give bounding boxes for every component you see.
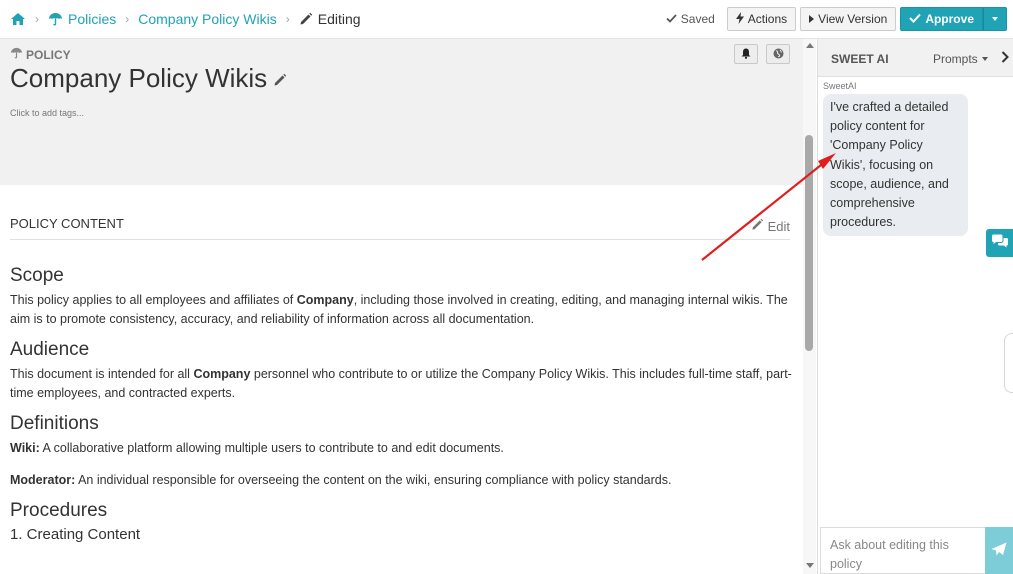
audience-paragraph: This document is intended for all Compan… [10,367,792,400]
edit-content-button[interactable]: Edit [751,218,790,234]
approve-button[interactable]: Approve [900,7,983,31]
ai-assistant-panel: SWEET AI Prompts SweetAI I've crafted a … [817,39,1013,574]
policy-kind-label: POLICY [26,47,71,62]
scrollbar-thumb[interactable] [805,135,813,351]
collapse-panel-icon[interactable] [1001,51,1009,66]
home-icon[interactable] [10,12,26,26]
pencil-icon [751,218,764,234]
caret-right-icon [809,12,815,26]
view-version-label: View Version [818,12,888,26]
scroll-up-arrow-icon[interactable] [806,43,814,48]
breadcrumb-editing: Editing [299,11,361,27]
edit-label: Edit [767,218,790,234]
chat-toggle-button[interactable] [986,229,1013,257]
side-drawer-handle[interactable] [1004,333,1013,393]
policy-content-area: POLICY CONTENT Edit Scope This policy ap… [0,185,802,574]
definitions-heading: Definitions [10,413,99,434]
ai-chat-input[interactable]: Ask about editing this policy [820,527,985,574]
umbrella-icon [48,12,63,26]
chevron-right-icon: › [35,12,39,26]
breadcrumb-label: Policies [68,11,117,27]
breadcrumb-company-policy-wikis[interactable]: Company Policy Wikis [138,11,276,27]
bolt-icon [735,11,744,27]
page-title: Company Policy Wikis [10,63,287,94]
prompts-dropdown[interactable]: Prompts [933,52,988,66]
audience-heading: Audience [10,339,90,360]
approve-dropdown-button[interactable] [983,7,1007,31]
policy-kind: POLICY [10,47,71,62]
view-version-button[interactable]: View Version [800,7,897,31]
breadcrumb: › Policies › Company Policy Wikis › Edit… [10,11,361,27]
scroll-down-arrow-icon[interactable] [806,563,814,568]
saved-label: Saved [680,12,715,26]
tags-field[interactable]: Click to add tags... [10,108,84,118]
actions-label: Actions [747,12,788,26]
procedures-heading: Procedures [10,500,108,521]
content-scrollbar[interactable] [803,39,816,574]
globe-icon [773,47,784,62]
ai-panel-title: SWEET AI [831,52,889,66]
top-actions: Saved Actions View Version Approve [666,7,1007,31]
caret-down-icon [992,17,998,21]
scope-paragraph: This policy applies to all employees and… [10,293,788,326]
saved-status: Saved [666,12,715,26]
caret-down-icon [981,57,988,61]
comments-icon [991,234,1009,252]
send-icon [991,542,1007,560]
policy-document: Scope This policy applies to all employe… [10,265,795,543]
pencil-icon [299,12,313,26]
ai-message-bubble: I've crafted a detailed policy content f… [823,94,968,237]
definition-moderator: Moderator: An individual responsible for… [10,473,672,487]
umbrella-icon [10,47,23,62]
breadcrumb-label: Editing [317,11,361,27]
visibility-button[interactable] [766,44,790,64]
page-title-text: Company Policy Wikis [10,63,268,93]
actions-button[interactable]: Actions [726,7,797,31]
header-buttons [726,44,790,64]
section-header: POLICY CONTENT Edit [10,216,790,240]
notification-button[interactable] [734,44,758,64]
check-icon [666,12,677,26]
send-button[interactable] [985,527,1013,574]
chevron-right-icon: › [285,12,290,26]
prompts-label: Prompts [933,52,978,66]
chevron-right-icon: › [125,12,130,26]
procedure-step: 1. Creating Content [10,526,141,543]
scope-heading: Scope [10,265,64,286]
ai-panel-header: SWEET AI Prompts [818,39,1013,77]
policy-header: POLICY Company Policy Wikis Click to add… [0,39,805,185]
message-sender: SweetAI [823,81,857,91]
definition-wiki: Wiki: A collaborative platform allowing … [10,441,504,455]
bell-icon [741,47,751,62]
edit-title-icon[interactable] [273,63,287,94]
approve-label: Approve [925,12,974,26]
section-title: POLICY CONTENT [10,216,124,231]
check-icon [909,12,922,26]
top-bar: › Policies › Company Policy Wikis › Edit… [0,0,1013,39]
breadcrumb-policies[interactable]: Policies [48,11,116,27]
